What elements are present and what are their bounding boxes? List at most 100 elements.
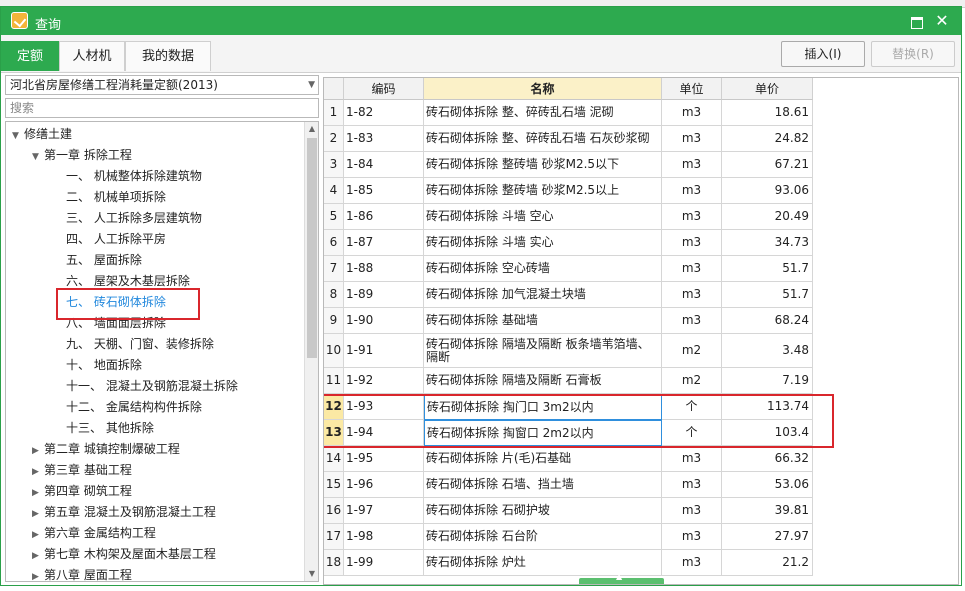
tree-node[interactable]: 十、 地面拆除: [54, 355, 142, 375]
cell-name[interactable]: 砖石砌体拆除 空心砖墙: [424, 256, 662, 282]
cell-no[interactable]: 8: [324, 282, 344, 308]
cell-name[interactable]: 砖石砌体拆除 整砖墙 砂浆M2.5以上: [424, 178, 662, 204]
cell-no[interactable]: 7: [324, 256, 344, 282]
cell-price[interactable]: 68.24: [722, 308, 813, 334]
cell-price[interactable]: 93.06: [722, 178, 813, 204]
cell-no[interactable]: 4: [324, 178, 344, 204]
cell-name[interactable]: 砖石砌体拆除 石墙、挡土墙: [424, 472, 662, 498]
cell-name[interactable]: 砖石砌体拆除 斗墙 实心: [424, 230, 662, 256]
cell-code[interactable]: 1-84: [344, 152, 424, 178]
tree-node[interactable]: ▼ 第一章 拆除工程: [32, 145, 132, 165]
cell-code[interactable]: 1-98: [344, 524, 424, 550]
cell-price[interactable]: 21.2: [722, 550, 813, 576]
cell-no[interactable]: 15: [324, 472, 344, 498]
cell-no[interactable]: 2: [324, 126, 344, 152]
expand-down-icon[interactable]: ▼: [12, 126, 24, 146]
cell-price[interactable]: 39.81: [722, 498, 813, 524]
cell-code[interactable]: 1-90: [344, 308, 424, 334]
cell-name[interactable]: 砖石砌体拆除 石台阶: [424, 524, 662, 550]
expand-down-icon[interactable]: ▼: [32, 147, 44, 167]
cell-no[interactable]: 6: [324, 230, 344, 256]
header-code[interactable]: 编码: [344, 78, 424, 100]
cell-name[interactable]: 砖石砌体拆除 炉灶: [424, 550, 662, 576]
header-name[interactable]: 名称: [424, 78, 662, 100]
cell-unit[interactable]: m3: [662, 472, 722, 498]
search-input[interactable]: 搜索: [5, 98, 319, 118]
cell-code[interactable]: 1-91: [344, 334, 424, 368]
tree-node[interactable]: 十二、 金属结构构件拆除: [54, 397, 202, 417]
expand-right-icon[interactable]: ▶: [32, 504, 44, 524]
cell-code[interactable]: 1-99: [344, 550, 424, 576]
replace-button[interactable]: 替换(R): [871, 41, 955, 67]
tree-node[interactable]: 十三、 其他拆除: [54, 418, 154, 438]
cell-code[interactable]: 1-87: [344, 230, 424, 256]
cell-name[interactable]: 砖石砌体拆除 基础墙: [424, 308, 662, 334]
cell-price[interactable]: 3.48: [722, 334, 813, 368]
cell-unit[interactable]: m3: [662, 178, 722, 204]
cell-no[interactable]: 9: [324, 308, 344, 334]
cell-code[interactable]: 1-88: [344, 256, 424, 282]
cell-no[interactable]: 1: [324, 100, 344, 126]
tree-node[interactable]: ▶ 第五章 混凝土及钢筋混凝土工程: [32, 502, 216, 522]
cell-no[interactable]: 14: [324, 446, 344, 472]
cell-name[interactable]: 砖石砌体拆除 隔墙及隔断 板条墙苇箔墙、隔断: [424, 334, 662, 368]
scroll-up-icon[interactable]: ▲: [305, 122, 318, 136]
expand-right-icon[interactable]: ▶: [32, 462, 44, 482]
tree-node[interactable]: ▶ 第四章 砌筑工程: [32, 481, 132, 501]
cell-name[interactable]: 砖石砌体拆除 加气混凝土块墙: [424, 282, 662, 308]
cell-code[interactable]: 1-96: [344, 472, 424, 498]
cell-code[interactable]: 1-97: [344, 498, 424, 524]
cell-code[interactable]: 1-86: [344, 204, 424, 230]
cell-price[interactable]: 67.21: [722, 152, 813, 178]
cell-code[interactable]: 1-89: [344, 282, 424, 308]
cell-price[interactable]: 7.19: [722, 368, 813, 394]
cell-unit[interactable]: m3: [662, 152, 722, 178]
tree-node[interactable]: 九、 天棚、门窗、装修拆除: [54, 334, 214, 354]
cell-name[interactable]: 砖石砌体拆除 整砖墙 砂浆M2.5以下: [424, 152, 662, 178]
cell-price[interactable]: 34.73: [722, 230, 813, 256]
tree-node[interactable]: 二、 机械单项拆除: [54, 187, 166, 207]
cell-no[interactable]: 11: [324, 368, 344, 394]
cell-unit[interactable]: m3: [662, 100, 722, 126]
cell-unit[interactable]: m3: [662, 446, 722, 472]
insert-button[interactable]: 插入(I): [781, 41, 865, 67]
tree-node[interactable]: ▶ 第二章 城镇控制爆破工程: [32, 439, 180, 459]
cell-unit[interactable]: m2: [662, 334, 722, 368]
cell-code[interactable]: 1-95: [344, 446, 424, 472]
cell-name[interactable]: 砖石砌体拆除 整、碎砖乱石墙 石灰砂浆砌: [424, 126, 662, 152]
tree-node[interactable]: 四、 人工拆除平房: [54, 229, 166, 249]
cell-price[interactable]: 18.61: [722, 100, 813, 126]
cell-price[interactable]: 51.7: [722, 282, 813, 308]
cell-name[interactable]: 砖石砌体拆除 斗墙 空心: [424, 204, 662, 230]
cell-price[interactable]: 27.97: [722, 524, 813, 550]
cell-no[interactable]: 5: [324, 204, 344, 230]
expand-right-icon[interactable]: ▶: [32, 567, 44, 581]
expand-right-icon[interactable]: ▶: [32, 546, 44, 566]
expand-right-icon[interactable]: ▶: [32, 525, 44, 545]
cell-unit[interactable]: m3: [662, 498, 722, 524]
cell-price[interactable]: 20.49: [722, 204, 813, 230]
cell-no[interactable]: 3: [324, 152, 344, 178]
tree-node[interactable]: ▶ 第六章 金属结构工程: [32, 523, 156, 543]
maximize-icon[interactable]: [905, 11, 927, 31]
cell-unit[interactable]: m3: [662, 308, 722, 334]
tab-labor-material-machine[interactable]: 人材机: [59, 41, 125, 71]
cell-code[interactable]: 1-83: [344, 126, 424, 152]
tree-node[interactable]: ▶ 第七章 木构架及屋面木基层工程: [32, 544, 216, 564]
cell-price[interactable]: 24.82: [722, 126, 813, 152]
cell-price[interactable]: 66.32: [722, 446, 813, 472]
cell-unit[interactable]: m3: [662, 126, 722, 152]
scrollbar-thumb[interactable]: [307, 138, 317, 358]
cell-unit[interactable]: m3: [662, 524, 722, 550]
tree-node[interactable]: ▼ 修缮土建: [12, 124, 72, 144]
expand-panel-handle[interactable]: ▲: [579, 572, 664, 584]
cell-no[interactable]: 16: [324, 498, 344, 524]
tree-node[interactable]: 一、 机械整体拆除建筑物: [54, 166, 202, 186]
tree-node[interactable]: 三、 人工拆除多层建筑物: [54, 208, 202, 228]
library-select[interactable]: 河北省房屋修缮工程消耗量定额(2013) ▼: [5, 75, 319, 95]
tree-node[interactable]: ▶ 第八章 屋面工程: [32, 565, 132, 581]
header-unit[interactable]: 单位: [662, 78, 722, 100]
cell-unit[interactable]: m2: [662, 368, 722, 394]
cell-name[interactable]: 砖石砌体拆除 整、碎砖乱石墙 泥砌: [424, 100, 662, 126]
cell-no[interactable]: 18: [324, 550, 344, 576]
